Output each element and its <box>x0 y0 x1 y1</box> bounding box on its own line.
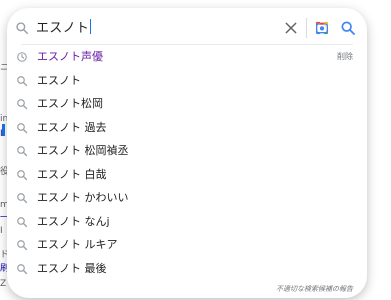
suggestion-text: エスノト 松岡禎丞 <box>37 144 129 157</box>
text-caret <box>90 19 92 34</box>
background-text: I <box>0 226 3 236</box>
google-lens-icon[interactable] <box>314 20 330 36</box>
suggestion-item[interactable]: エスノト ルキア <box>7 234 367 258</box>
background-accent-bar <box>2 124 5 136</box>
history-icon <box>17 52 27 62</box>
suggestion-item[interactable]: エスノト <box>7 70 367 94</box>
suggestion-text: エスノト ルキア <box>37 238 118 251</box>
search-input[interactable]: エスノト <box>36 19 92 38</box>
suggestion-text: エスノト <box>37 73 81 87</box>
suggestion-item[interactable]: エスノト 過去 <box>7 117 367 141</box>
search-input-value: エスノト <box>36 21 90 36</box>
background-text: Z <box>0 279 7 289</box>
suggestion-text: エスノト声優 <box>37 50 103 63</box>
suggestion-item[interactable]: エスノト かわいい <box>7 187 367 211</box>
suggestion-item[interactable]: エスノト 松岡禎丞 <box>7 140 367 164</box>
report-inappropriate-predictions-link[interactable]: 不適切な検索候補の報告 <box>276 284 353 294</box>
suggestion-item[interactable]: エスノト 白哉 <box>7 164 367 188</box>
suggestion-item[interactable]: エスノト 最後 <box>7 258 367 282</box>
search-icon <box>17 216 28 227</box>
search-icon <box>17 122 28 133</box>
search-icon <box>17 193 28 204</box>
search-submit-icon[interactable] <box>340 20 356 36</box>
search-icon <box>17 169 28 180</box>
search-icon <box>17 263 28 274</box>
suggestion-text: エスノト かわいい <box>37 191 129 204</box>
suggestion-text: エスノト松岡 <box>37 97 103 110</box>
suggestion-text: エスノト 最後 <box>37 261 107 275</box>
divider <box>306 18 307 38</box>
divider <box>21 44 353 45</box>
search-autocomplete-dropdown: エスノト エスノト声優 削除 エスノト エスノト松岡 エスノト 過去 エスノト … <box>7 8 367 298</box>
suggestion-text: エスノト 過去 <box>37 120 107 134</box>
search-icon <box>17 99 28 110</box>
suggestion-item[interactable]: エスノト なんj <box>7 211 367 235</box>
search-icon <box>17 146 28 157</box>
suggestion-text: エスノト 白哉 <box>37 167 107 181</box>
suggestion-item-history[interactable]: エスノト声優 削除 <box>7 46 367 70</box>
search-icon <box>16 22 29 35</box>
search-bar: エスノト <box>7 8 367 48</box>
search-icon <box>17 240 28 251</box>
suggestion-list: エスノト声優 削除 エスノト エスノト松岡 エスノト 過去 エスノト 松岡禎丞 … <box>7 46 367 281</box>
suggestion-item[interactable]: エスノト松岡 <box>7 93 367 117</box>
search-icon <box>17 75 28 86</box>
suggestion-text: エスノト なんj <box>37 214 110 228</box>
close-icon[interactable] <box>283 20 299 36</box>
remove-suggestion-button[interactable]: 削除 <box>337 51 353 63</box>
